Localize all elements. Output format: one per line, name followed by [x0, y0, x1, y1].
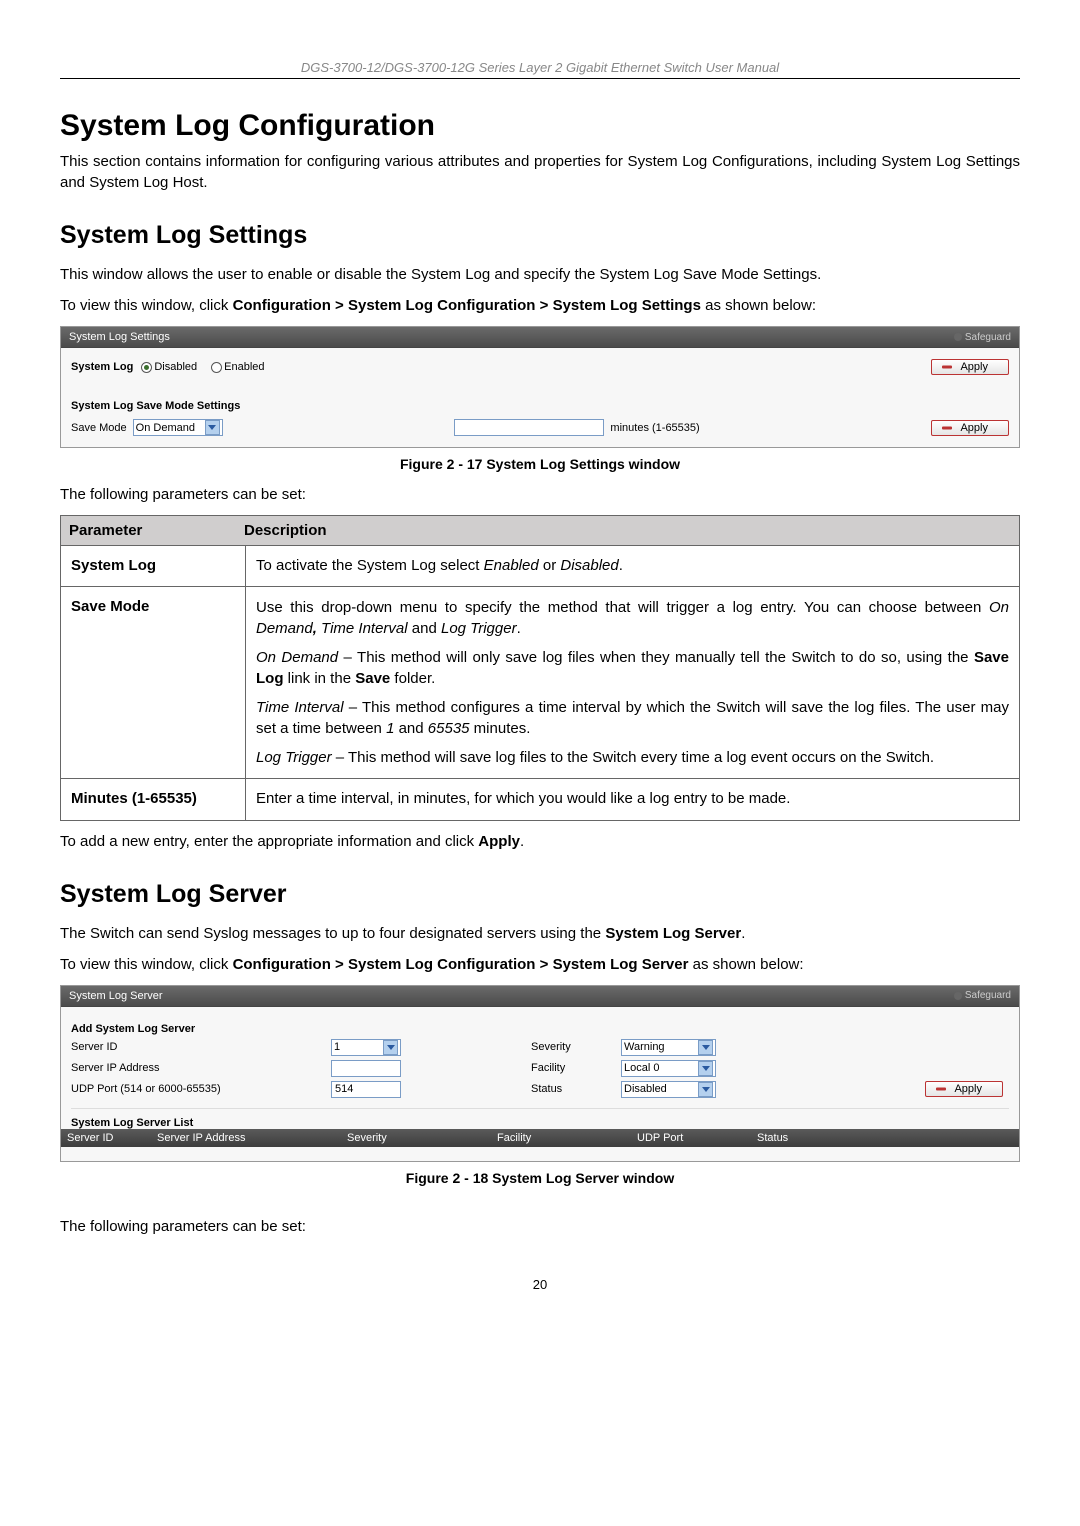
server-ip-label: Server IP Address — [71, 1062, 331, 1074]
server-list-section-label: System Log Server List — [71, 1117, 1009, 1129]
window-title: System Log Server — [69, 990, 163, 1002]
section-heading-server: System Log Server — [60, 880, 1020, 909]
after-table-note: To add a new entry, enter the appropriat… — [60, 831, 1020, 852]
chevron-down-icon — [698, 1040, 713, 1055]
intro-paragraph: This section contains information for co… — [60, 151, 1020, 193]
severity-label: Severity — [531, 1041, 621, 1053]
apply-button-save-mode[interactable]: Apply — [931, 420, 1009, 436]
safeguard-icon — [954, 992, 962, 1000]
minutes-hint: minutes (1-65535) — [610, 422, 699, 434]
udp-port-label: UDP Port (514 or 6000-65535) — [71, 1083, 331, 1095]
minutes-input[interactable] — [454, 419, 604, 436]
window-title: System Log Settings — [69, 331, 170, 343]
system-log-server-window: System Log Server Safeguard Add System L… — [60, 985, 1020, 1162]
radio-enabled[interactable]: Enabled — [211, 361, 264, 373]
server-ip-input[interactable] — [331, 1060, 401, 1077]
server-id-select[interactable]: 1 — [331, 1039, 401, 1056]
figure2-caption: Figure 2 - 18 System Log Server window — [60, 1170, 1020, 1186]
params-intro: The following parameters can be set: — [60, 484, 1020, 505]
system-log-settings-window: System Log Settings Safeguard System Log… — [60, 326, 1020, 448]
server-id-label: Server ID — [71, 1041, 331, 1053]
page-number: 20 — [60, 1277, 1020, 1292]
facility-select[interactable]: Local 0 — [621, 1060, 716, 1077]
add-server-section-label: Add System Log Server — [71, 1023, 1009, 1035]
manual-header: DGS-3700-12/DGS-3700-12G Series Layer 2 … — [60, 60, 1020, 79]
chevron-down-icon — [698, 1082, 713, 1097]
page-title: System Log Configuration — [60, 109, 1020, 143]
system-log-label: System Log — [71, 361, 133, 373]
facility-label: Facility — [531, 1062, 621, 1074]
chevron-down-icon — [383, 1040, 398, 1055]
apply-button-server[interactable]: Apply — [925, 1081, 1003, 1097]
safeguard-badge: Safeguard — [954, 990, 1011, 1001]
param-header: ParameterDescription — [61, 516, 1020, 546]
save-mode-section-label: System Log Save Mode Settings — [71, 400, 1009, 412]
section1-p2: To view this window, click Configuration… — [60, 295, 1020, 316]
server-list-header: Server ID Server IP Address Severity Fac… — [61, 1129, 1019, 1147]
table-row: System Log To activate the System Log se… — [61, 546, 1020, 587]
radio-disabled[interactable]: Disabled — [141, 361, 197, 373]
chevron-down-icon — [698, 1061, 713, 1076]
save-mode-select[interactable]: On Demand — [133, 419, 223, 436]
params-intro-2: The following parameters can be set: — [60, 1216, 1020, 1237]
status-select[interactable]: Disabled — [621, 1081, 716, 1098]
figure1-caption: Figure 2 - 17 System Log Settings window — [60, 456, 1020, 472]
window-title-bar: System Log Settings Safeguard — [61, 327, 1019, 348]
safeguard-icon — [954, 333, 962, 341]
parameter-table-1: ParameterDescription System Log To activ… — [60, 515, 1020, 821]
save-mode-label: Save Mode — [71, 422, 127, 434]
window-title-bar: System Log Server Safeguard — [61, 986, 1019, 1007]
chevron-down-icon — [205, 420, 220, 435]
safeguard-badge: Safeguard — [954, 332, 1011, 343]
status-label: Status — [531, 1083, 621, 1095]
section2-p2: To view this window, click Configuration… — [60, 954, 1020, 975]
table-row: Save Mode Use this drop-down menu to spe… — [61, 587, 1020, 779]
severity-select[interactable]: Warning — [621, 1039, 716, 1056]
udp-port-input[interactable] — [331, 1081, 401, 1098]
apply-button[interactable]: Apply — [931, 359, 1009, 375]
section-heading-settings: System Log Settings — [60, 221, 1020, 250]
section1-p1: This window allows the user to enable or… — [60, 264, 1020, 285]
section2-p1: The Switch can send Syslog messages to u… — [60, 923, 1020, 944]
table-row: Minutes (1-65535) Enter a time interval,… — [61, 779, 1020, 820]
